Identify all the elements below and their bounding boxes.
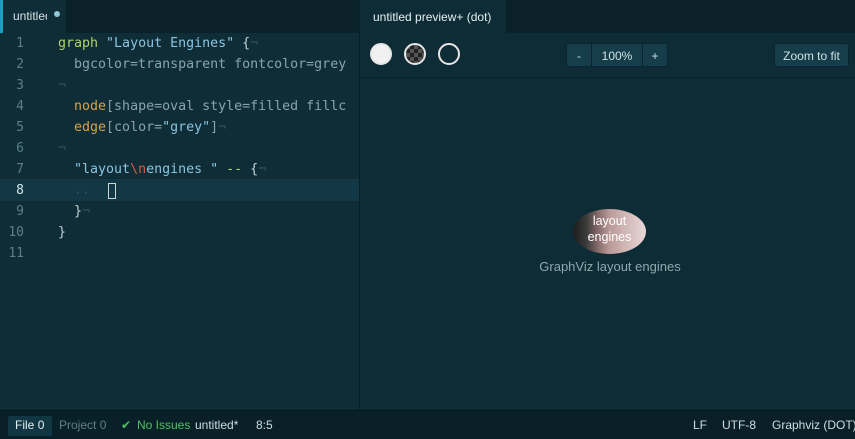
string-token: "grey" (162, 120, 211, 135)
eol-marker: ¬ (218, 120, 227, 135)
eol-marker: ¬ (58, 141, 67, 156)
operator-token: -- (218, 162, 251, 177)
code-line: ¬ (58, 78, 66, 93)
project-label: Project (59, 418, 97, 432)
attribute-token: [shape=oval style=filled fillc (106, 99, 347, 114)
check-icon: ✔ (121, 418, 132, 432)
line-number-gutter: 1 2 3 4 5 6 7 8 9 10 11 (0, 33, 44, 410)
background-white-button[interactable] (370, 43, 392, 65)
edge-keyword-token: edge (74, 120, 107, 135)
eol-marker: ¬ (82, 204, 91, 219)
line-number: 5 (16, 120, 24, 135)
code-line: bgcolor=transparent fontcolor=grey (58, 57, 346, 72)
graph-node-label: layout engines (573, 213, 646, 245)
editor-pane[interactable]: untitled 1 2 3 4 5 6 7 8 9 10 11 graph "… (0, 0, 359, 410)
bracket-token: ] (210, 120, 219, 135)
graph-canvas[interactable]: layout engines GraphViz layout engines (360, 78, 855, 410)
file-issues-label[interactable]: File 0 (15, 418, 44, 432)
preview-tab-bar: untitled preview+ (dot) (360, 0, 855, 33)
zoom-level-display[interactable]: 100% (591, 43, 643, 67)
zoom-in-button[interactable]: + (642, 43, 668, 67)
code-line: ¬ (58, 141, 66, 156)
eol-marker: ¬ (58, 78, 67, 93)
node-label-line: layout (592, 214, 627, 228)
line-number: 10 (8, 225, 24, 240)
node-label-line: engines (587, 230, 632, 244)
background-checker-button[interactable] (404, 43, 426, 65)
modified-indicator-icon (54, 11, 60, 17)
line-number: 1 (16, 36, 24, 51)
eol-marker: ¬ (250, 36, 259, 51)
indent-guide: ·· (58, 186, 107, 201)
editor-tab-bar: untitled (0, 0, 359, 33)
code-line: "layout\nengines " -- {¬ (58, 162, 266, 177)
cursor-position[interactable]: 8:5 (256, 418, 273, 432)
line-number: 9 (16, 204, 24, 219)
string-token: "layout (74, 162, 131, 177)
eol-marker: ¬ (258, 162, 267, 177)
code-editor[interactable]: graph "Layout Engines" {¬ bgcolor=transp… (58, 33, 359, 410)
line-number: 4 (16, 99, 24, 114)
preview-pane: untitled preview+ (dot) - 100% + Zoom to… (360, 0, 855, 410)
zoom-out-button[interactable]: - (566, 43, 592, 67)
preview-toolbar: - 100% + Zoom to fit (360, 33, 855, 78)
brace-token: } (58, 204, 83, 219)
keyword-token: graph (58, 36, 99, 51)
graph-label: GraphViz layout engines (539, 259, 681, 274)
string-token: "Layout Engines" (106, 36, 235, 51)
text-cursor (108, 183, 117, 199)
code-line: edge[color="grey"]¬ (58, 120, 226, 135)
escape-token: \n (130, 162, 147, 177)
brace-token: } (58, 225, 67, 240)
line-number: 3 (16, 78, 24, 93)
preview-tab-title: untitled preview+ (dot) (373, 10, 492, 24)
line-number: 2 (16, 57, 24, 72)
project-count: 0 (99, 418, 107, 432)
line-number: 11 (8, 246, 24, 261)
code-line: node[shape=oval style=filled fillc (58, 99, 346, 114)
file-label: File (15, 418, 35, 432)
line-number-current: 8 (16, 183, 24, 198)
code-line: } (58, 225, 66, 240)
code-line: graph "Layout Engines" {¬ (58, 36, 258, 51)
brace-token: { (234, 36, 251, 51)
string-token: engines " (146, 162, 219, 177)
grammar-selector[interactable]: Graphviz (DOT) (772, 418, 855, 432)
zoom-to-fit-button[interactable]: Zoom to fit (774, 43, 849, 67)
line-number: 6 (16, 141, 24, 156)
project-issues-label[interactable]: Project 0 (59, 418, 106, 432)
encoding-selector[interactable]: UTF-8 (722, 418, 756, 432)
attribute-token: bgcolor=transparent fontcolor=grey (74, 57, 347, 72)
preview-tab[interactable]: untitled preview+ (dot) (360, 0, 506, 33)
linter-status[interactable]: No Issues (137, 418, 190, 432)
line-ending-selector[interactable]: LF (693, 418, 707, 432)
file-count: 0 (37, 418, 45, 432)
node-keyword-token: node (74, 99, 107, 114)
editor-tab-title: untitled (13, 9, 47, 23)
code-line-current: ·· (58, 183, 117, 201)
brace-token: { (250, 162, 259, 177)
line-number: 7 (16, 162, 24, 177)
attribute-token: [color= (106, 120, 163, 135)
status-bar: File 0 Project 0 ✔ No Issues untitled* 8… (0, 410, 855, 439)
code-line: }¬ (58, 204, 90, 219)
status-filename[interactable]: untitled* (195, 418, 238, 432)
editor-tab[interactable]: untitled (0, 0, 66, 33)
background-transparent-button[interactable] (438, 43, 460, 65)
